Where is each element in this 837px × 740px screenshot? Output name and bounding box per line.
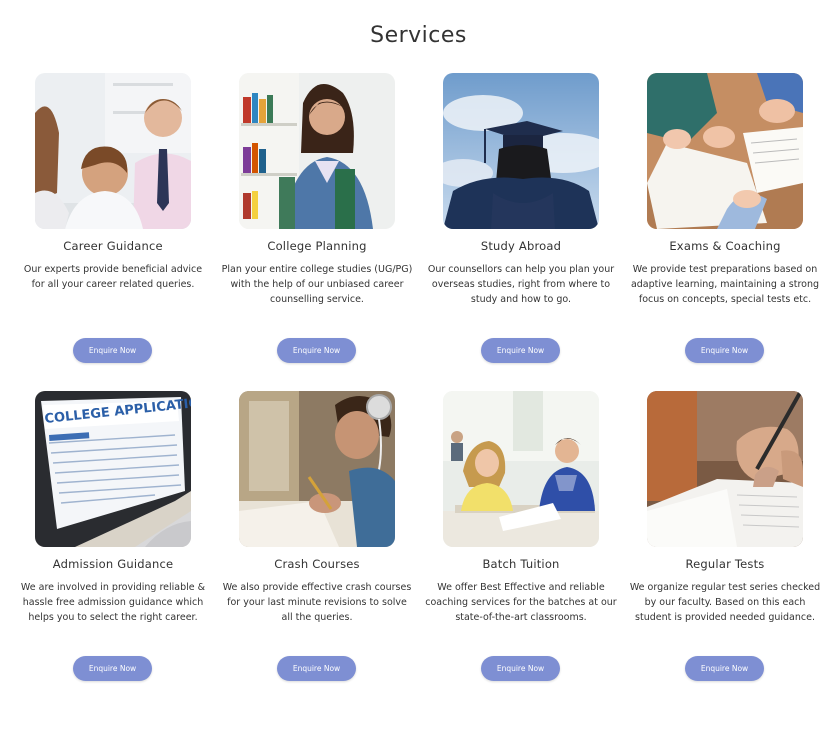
card-title: Exams & Coaching (669, 239, 781, 253)
card-title: Career Guidance (63, 239, 163, 253)
service-card-career-guidance: Career Guidance Our experts provide bene… (11, 73, 215, 391)
card-title: Regular Tests (685, 557, 765, 571)
service-card-crash-courses: Crash Courses We also provide effective … (215, 391, 419, 709)
service-card-batch-tuition: Batch Tuition We offer Best Effective an… (419, 391, 623, 709)
enquire-now-button[interactable]: Enquire Now (73, 338, 152, 363)
boy-studying-headphones-photo (239, 391, 395, 547)
graduate-cap-sky-photo (443, 73, 599, 229)
card-title: Study Abroad (480, 239, 562, 253)
card-description: We provide test preparations based on ad… (630, 264, 820, 305)
enquire-now-button[interactable]: Enquire Now (277, 656, 356, 681)
enquire-now-button[interactable]: Enquire Now (481, 338, 560, 363)
card-title: College Planning (267, 239, 367, 253)
enquire-now-button[interactable]: Enquire Now (73, 656, 152, 681)
enquire-now-button[interactable]: Enquire Now (685, 656, 764, 681)
card-description: Our counsellors can help you plan your o… (427, 264, 615, 305)
students-writing-photo (647, 73, 803, 229)
enquire-now-button[interactable]: Enquire Now (277, 338, 356, 363)
enquire-now-button[interactable]: Enquire Now (481, 656, 560, 681)
card-title: Crash Courses (274, 557, 360, 571)
service-card-college-planning: College Planning Plan your entire colleg… (215, 73, 419, 391)
service-card-regular-tests: Regular Tests We organize regular test s… (623, 391, 827, 709)
hand-writing-exam-photo (647, 391, 803, 547)
card-title: Admission Guidance (52, 557, 174, 571)
college-application-laptop-photo: COLLEGE APPLICATION (35, 391, 191, 547)
service-card-admission-guidance: COLLEGE APPLICATION Admission Guidance W… (11, 391, 215, 709)
enquire-now-button[interactable]: Enquire Now (685, 338, 764, 363)
card-description: Plan your entire college studies (UG/PG)… (221, 264, 413, 305)
service-card-study-abroad: Study Abroad Our counsellors can help yo… (419, 73, 623, 391)
service-card-exams-coaching: Exams & Coaching We provide test prepara… (623, 73, 827, 391)
counsellor-meeting-photo (35, 73, 191, 229)
section-title: Services (370, 23, 467, 48)
card-description: We are involved in providing reliable & … (20, 582, 206, 623)
card-title: Batch Tuition (482, 557, 560, 571)
card-description: We also provide effective crash courses … (222, 582, 412, 623)
card-description: We offer Best Effective and reliable coa… (425, 582, 617, 623)
classroom-students-photo (443, 391, 599, 547)
card-description: We organize regular test series checked … (629, 582, 821, 623)
card-description: Our experts provide beneficial advice fo… (23, 264, 203, 290)
student-with-books-photo (239, 73, 395, 229)
services-grid: Career Guidance Our experts provide bene… (11, 73, 827, 709)
